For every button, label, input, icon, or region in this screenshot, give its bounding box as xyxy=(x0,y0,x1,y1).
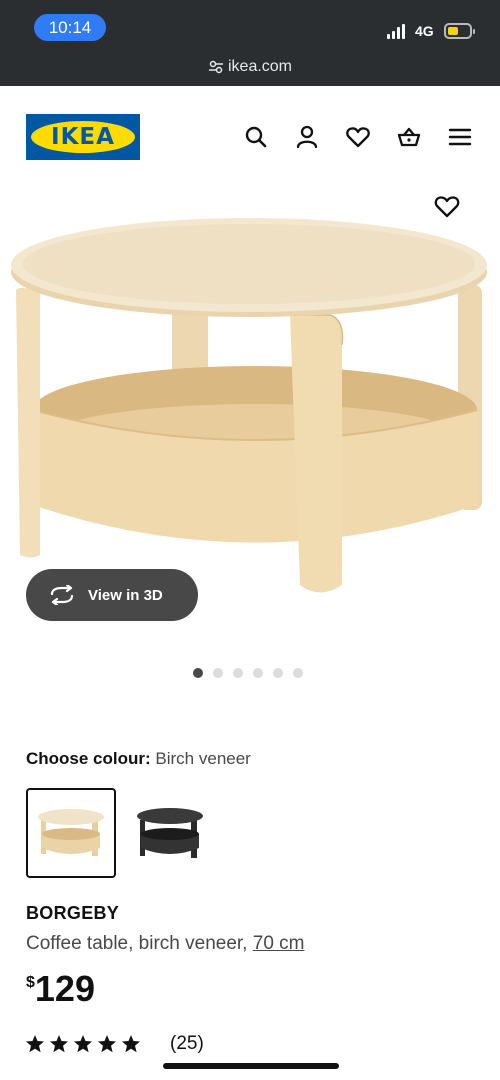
rating-count: (25) xyxy=(170,1033,204,1054)
gallery-pagination xyxy=(193,668,303,678)
ikea-logo[interactable]: IKEA xyxy=(26,114,140,160)
account-icon[interactable] xyxy=(294,124,320,150)
price-amount: 129 xyxy=(34,968,95,1009)
home-indicator[interactable] xyxy=(163,1063,339,1069)
url-bar[interactable]: ikea.com xyxy=(0,58,500,76)
add-to-favourites-icon[interactable] xyxy=(433,193,461,219)
gallery-dot-3[interactable] xyxy=(233,668,243,678)
url-text: ikea.com xyxy=(227,58,293,75)
colour-label: Choose colour: xyxy=(26,749,151,768)
gallery-dot-1[interactable] xyxy=(193,668,203,678)
gallery-dot-4[interactable] xyxy=(253,668,263,678)
rotate-3d-icon xyxy=(50,585,74,605)
gallery-dot-2[interactable] xyxy=(213,668,223,678)
colour-option-birch[interactable] xyxy=(26,788,116,878)
product-size-link[interactable]: 70 cm xyxy=(253,933,305,954)
view-in-3d-label: View in 3D xyxy=(88,586,163,604)
colour-option-black[interactable] xyxy=(123,788,213,878)
status-time: 10:14 xyxy=(34,14,106,41)
logo-text: IKEA xyxy=(51,124,115,150)
gallery-dot-5[interactable] xyxy=(273,668,283,678)
product-description-text: Coffee table, birch veneer, xyxy=(26,933,248,954)
basket-icon[interactable] xyxy=(396,124,422,150)
status-bar: 10:14 4G ikea.com xyxy=(0,0,500,86)
battery-icon xyxy=(444,23,475,39)
menu-icon[interactable] xyxy=(447,124,473,150)
price-currency: $ xyxy=(26,974,35,991)
black-table-thumbnail xyxy=(137,808,203,858)
colour-value: Birch veneer xyxy=(155,749,251,768)
gallery-dot-6[interactable] xyxy=(293,668,303,678)
product-rating[interactable]: (25) xyxy=(26,1033,204,1055)
view-in-3d-button[interactable]: View in 3D xyxy=(26,569,198,621)
product-name: BORGEBY xyxy=(26,903,120,923)
favourites-icon[interactable] xyxy=(345,124,371,150)
product-description: Coffee table, birch veneer, 70 cm xyxy=(26,933,305,955)
birch-table-thumbnail xyxy=(38,809,104,856)
site-settings-icon[interactable] xyxy=(208,60,224,74)
search-icon[interactable] xyxy=(243,124,269,150)
colour-selector-label: Choose colour: Birch veneer xyxy=(26,749,251,769)
signal-icon xyxy=(387,23,405,39)
network-type: 4G xyxy=(415,23,434,39)
product-price: $ 129 xyxy=(26,968,95,1010)
rating-stars-icon xyxy=(26,1035,140,1053)
product-image[interactable] xyxy=(0,190,500,610)
